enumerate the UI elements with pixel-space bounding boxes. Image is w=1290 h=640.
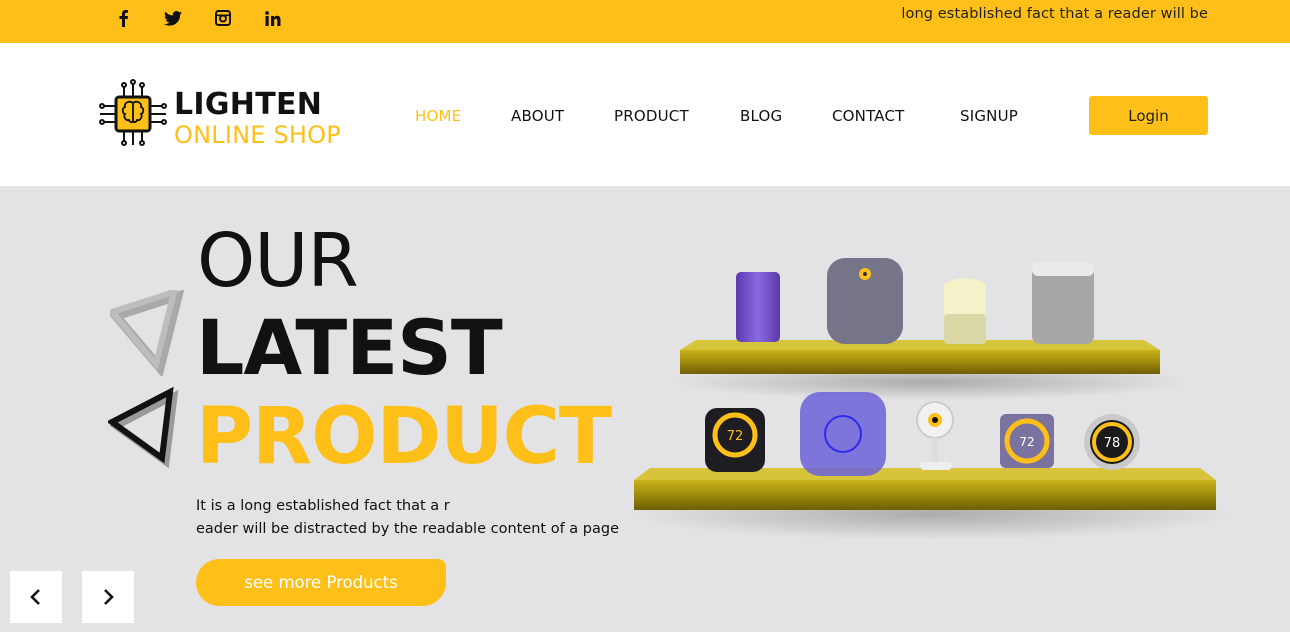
logo-name: LIGHTEN [174,87,323,122]
circuit-brain-icon [99,79,167,146]
facebook-icon[interactable] [110,7,136,29]
nav-product[interactable]: PRODUCT [614,107,689,125]
carousel-prev-button[interactable] [10,571,62,623]
logo-subtitle: ONLINE SHOP [174,121,341,149]
carousel-next-button[interactable] [82,571,134,623]
login-button[interactable]: Login [1089,96,1208,135]
nav-home[interactable]: HOME [415,107,461,125]
hero-heading-line1: OUR [197,218,359,304]
hero-banner: OUR LATEST PRODUCT It is a long establis… [0,186,1290,632]
see-more-products-button[interactable]: see more Products [196,559,446,606]
chevron-right-icon [104,589,114,605]
hero-bottom-strip [0,632,1290,640]
hero-description: It is a long established fact that a r e… [196,495,619,541]
triangle-outline-grey-icon [110,290,185,376]
nav-about[interactable]: ABOUT [511,107,564,125]
product-shelves-image: 72 72 78 [630,258,1230,540]
thermostat-square-reading: 72 [1019,435,1034,449]
topbar-tagline: long established fact that a reader will… [901,6,1208,22]
nav-blog[interactable]: BLOG [740,107,782,125]
nav-signup[interactable]: SIGNUP [960,107,1018,125]
triangle-outline-black-icon [108,386,179,469]
twitter-icon[interactable] [160,7,186,29]
site-header: LIGHTEN ONLINE SHOP HOME ABOUT PRODUCT B… [0,43,1290,186]
top-bar: long established fact that a reader will… [0,0,1290,43]
linkedin-icon[interactable] [260,7,286,29]
hero-description-line2: eader will be distracted by the readable… [196,521,620,537]
nav-contact[interactable]: CONTACT [832,107,905,125]
chevron-left-icon [30,589,40,605]
instagram-icon[interactable] [210,7,236,29]
thermostat-left-reading: 72 [727,429,744,444]
hero-description-line1: It is a long established fact that a r [196,498,450,514]
hero-heading-line2: LATEST [196,303,503,392]
logo[interactable]: LIGHTEN ONLINE SHOP [98,79,358,155]
thermostat-right-reading: 78 [1104,436,1121,451]
hero-heading-line3: PRODUCT [196,392,612,482]
